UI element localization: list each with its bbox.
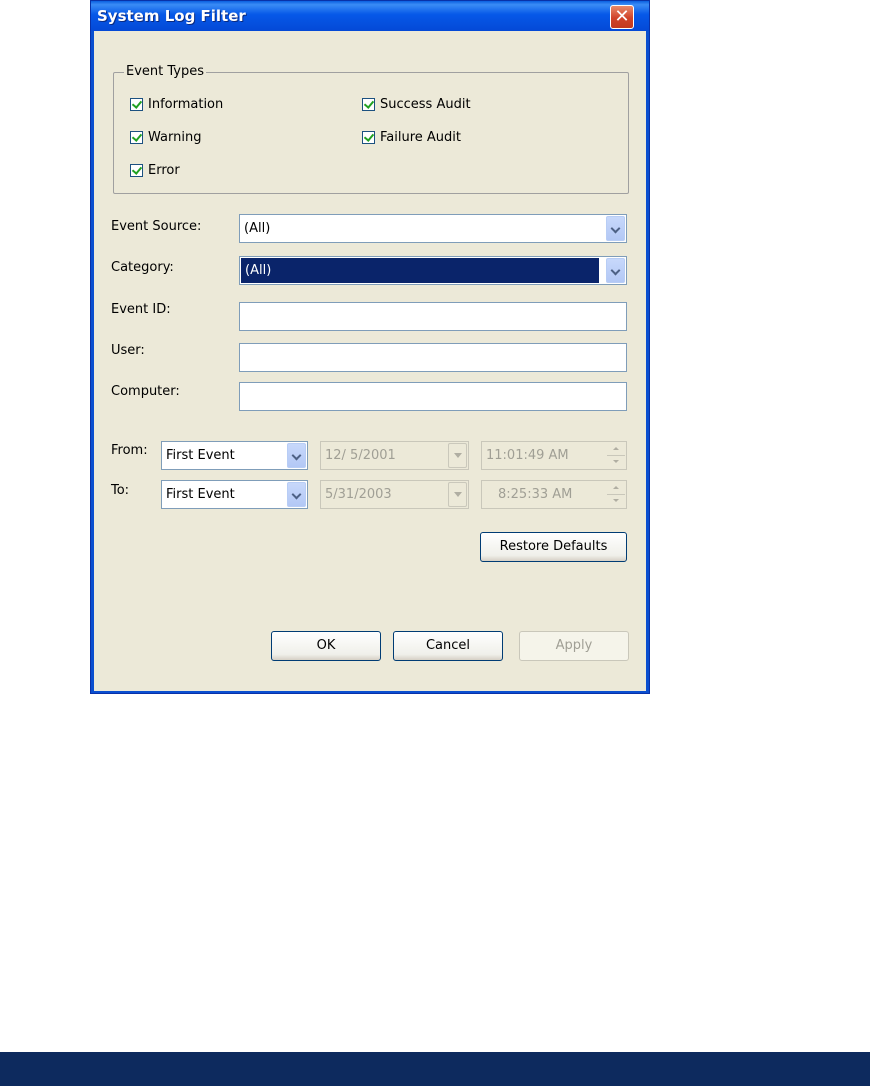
success-audit-label: Success Audit [380, 96, 471, 112]
information-checkbox[interactable]: Information [130, 95, 223, 113]
to-date-picker[interactable]: 5/31/2003 [320, 480, 469, 509]
to-date-value: 5/31/2003 [325, 487, 392, 502]
event-source-select[interactable]: (All) [239, 214, 627, 243]
event-id-label: Event ID: [111, 302, 171, 317]
restore-defaults-button[interactable]: Restore Defaults [480, 532, 627, 562]
from-time-picker[interactable]: 11:01:49 AM [481, 441, 627, 470]
check-icon [130, 130, 143, 144]
event-id-input[interactable] [239, 302, 627, 331]
error-label: Error [148, 162, 180, 178]
to-time-picker[interactable]: 8:25:33 AM [481, 480, 627, 509]
close-icon: ✕ [614, 6, 630, 27]
chevron-down-icon[interactable] [448, 482, 467, 507]
dialog-body: Event Types Information Success Audit Wa… [94, 31, 646, 691]
chevron-down-icon[interactable] [287, 482, 306, 507]
event-types-legend: Event Types [124, 64, 207, 79]
category-label: Category: [111, 260, 174, 275]
event-source-label: Event Source: [111, 219, 202, 234]
spinner-icon[interactable] [607, 443, 625, 468]
from-label: From: [111, 443, 148, 458]
chevron-down-icon[interactable] [287, 443, 306, 468]
event-source-value: (All) [244, 221, 271, 236]
check-icon [130, 163, 143, 177]
apply-button: Apply [519, 631, 629, 661]
from-mode-select[interactable]: First Event [161, 441, 308, 470]
warning-label: Warning [148, 129, 202, 145]
check-icon [362, 97, 375, 111]
to-label: To: [111, 483, 130, 498]
user-input[interactable] [239, 343, 627, 372]
to-time-value: 8:25:33 AM [498, 487, 573, 502]
chevron-down-icon[interactable] [606, 258, 625, 283]
warning-checkbox[interactable]: Warning [130, 128, 201, 146]
from-date-value: 12/ 5/2001 [325, 448, 396, 463]
cancel-button[interactable]: Cancel [393, 631, 503, 661]
from-date-picker[interactable]: 12/ 5/2001 [320, 441, 469, 470]
title-bar[interactable]: System Log Filter ✕ [91, 1, 649, 31]
error-checkbox[interactable]: Error [130, 161, 180, 179]
ok-button[interactable]: OK [271, 631, 381, 661]
computer-input[interactable] [239, 382, 627, 411]
user-label: User: [111, 343, 145, 358]
information-label: Information [148, 96, 224, 112]
spinner-icon[interactable] [607, 482, 625, 507]
system-log-filter-dialog: System Log Filter ✕ Event Types Informat… [90, 0, 650, 694]
to-mode-value: First Event [166, 487, 235, 502]
success-audit-checkbox[interactable]: Success Audit [362, 95, 471, 113]
category-value: (All) [241, 258, 599, 283]
footer-bar [0, 1052, 870, 1086]
check-icon [130, 97, 143, 111]
computer-label: Computer: [111, 384, 180, 399]
chevron-down-icon[interactable] [606, 216, 625, 241]
category-select[interactable]: (All) [239, 256, 627, 285]
chevron-down-icon[interactable] [448, 443, 467, 468]
failure-audit-label: Failure Audit [380, 129, 461, 145]
event-types-group: Event Types Information Success Audit Wa… [113, 64, 629, 194]
failure-audit-checkbox[interactable]: Failure Audit [362, 128, 461, 146]
to-mode-select[interactable]: First Event [161, 480, 308, 509]
from-mode-value: First Event [166, 448, 235, 463]
from-time-value: 11:01:49 AM [486, 448, 569, 463]
close-button[interactable]: ✕ [610, 5, 634, 29]
check-icon [362, 130, 375, 144]
window-title: System Log Filter [97, 7, 246, 25]
